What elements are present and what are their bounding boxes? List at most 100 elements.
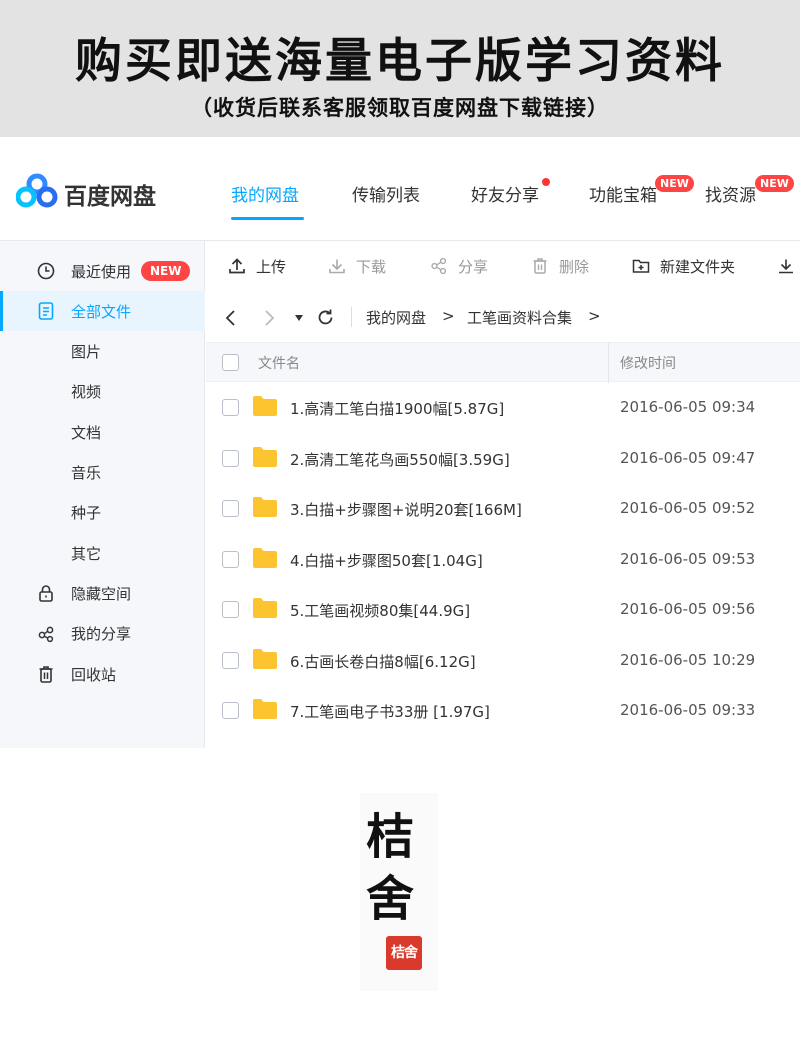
- download-label: 下载: [356, 258, 387, 276]
- new-badge: NEW: [755, 175, 794, 192]
- table-row[interactable]: 7.工笔画电子书33册 [1.97G] 2016-06-05 09:33: [206, 685, 800, 736]
- sidebar-item-other[interactable]: 其它: [0, 533, 205, 573]
- column-divider[interactable]: [608, 343, 609, 383]
- table-row[interactable]: 3.白描+步骤图+说明20套[166M] 2016-06-05 09:52: [206, 483, 800, 534]
- select-all-checkbox[interactable]: [222, 354, 239, 371]
- file-modified-time: 2016-06-05 09:33: [620, 701, 756, 719]
- file-name[interactable]: 2.高清工笔花鸟画550幅[3.59G]: [290, 449, 510, 470]
- more-download-button[interactable]: [777, 256, 799, 278]
- row-checkbox[interactable]: [222, 450, 239, 467]
- forward-arrow-icon[interactable]: [262, 309, 276, 327]
- new-badge: NEW: [141, 261, 191, 281]
- sidebar-item-music[interactable]: 音乐: [0, 452, 205, 492]
- breadcrumb-folder[interactable]: 工笔画资料合集: [467, 307, 572, 328]
- seal-text: 桔舍: [391, 945, 418, 961]
- trash-icon: [533, 258, 547, 274]
- file-name[interactable]: 6.古画长卷白描8幅[6.12G]: [290, 651, 476, 672]
- breadcrumb-root[interactable]: 我的网盘: [366, 307, 426, 328]
- row-checkbox[interactable]: [222, 702, 239, 719]
- table-row[interactable]: 4.白描+步骤图50套[1.04G] 2016-06-05 09:53: [206, 534, 800, 585]
- upload-icon: [229, 258, 245, 274]
- nav-my-disk[interactable]: 我的网盘: [231, 181, 299, 206]
- sidebar-item-all-files[interactable]: 全部文件: [0, 291, 205, 331]
- folder-icon: [253, 396, 277, 416]
- file-browser: 上传 下载 分享 删除 新建文件夹 我的网盘 > 工笔画资料合集 > 文件名 修…: [206, 241, 800, 748]
- table-row[interactable]: 1.高清工笔白描1900幅[5.87G] 2016-06-05 09:34: [206, 382, 800, 433]
- share-icon: [38, 626, 54, 643]
- file-name[interactable]: 5.工笔画视频80集[44.9G]: [290, 600, 470, 621]
- delete-button[interactable]: 删除: [531, 256, 601, 278]
- table-row[interactable]: 5.工笔画视频80集[44.9G] 2016-06-05 09:56: [206, 584, 800, 635]
- sidebar-item-label: 最近使用: [71, 263, 132, 281]
- sidebar-item-videos[interactable]: 视频: [0, 371, 205, 411]
- sidebar-item-recent[interactable]: 最近使用 NEW: [0, 251, 205, 291]
- sidebar-item-label: 文档: [71, 424, 102, 442]
- nav-friend-share[interactable]: 好友分享: [471, 181, 539, 206]
- nav-toolbox[interactable]: 功能宝箱: [589, 181, 657, 206]
- sidebar-item-recycle-bin[interactable]: 回收站: [0, 654, 205, 694]
- upload-label: 上传: [256, 258, 287, 276]
- folder-icon: [253, 497, 277, 517]
- column-header-modified[interactable]: 修改时间: [620, 353, 676, 373]
- nav-find-resources[interactable]: 找资源: [705, 181, 756, 206]
- app-logo[interactable]: 百度网盘: [16, 173, 166, 213]
- banner-title: 购买即送海量电子版学习资料: [75, 34, 725, 89]
- sidebar-item-torrents[interactable]: 种子: [0, 492, 205, 532]
- calligraphy-signature: 桔 舍 桔舍: [360, 793, 438, 991]
- path-divider: [351, 307, 352, 327]
- sidebar-item-hidden-space[interactable]: 隐藏空间: [0, 573, 205, 613]
- row-checkbox[interactable]: [222, 500, 239, 517]
- notification-dot: [542, 178, 550, 186]
- sidebar-item-label: 种子: [71, 504, 102, 522]
- column-header-name[interactable]: 文件名: [258, 353, 300, 373]
- toolbar: 上传 下载 分享 删除 新建文件夹: [206, 241, 800, 291]
- delete-label: 删除: [559, 258, 590, 276]
- red-seal-stamp: 桔舍: [386, 936, 422, 970]
- banner-subtitle: （收货后联系客服领取百度网盘下载链接）: [191, 96, 609, 120]
- sidebar-item-images[interactable]: 图片: [0, 331, 205, 371]
- row-checkbox[interactable]: [222, 399, 239, 416]
- sidebar-item-label: 图片: [71, 343, 102, 361]
- table-row[interactable]: 6.古画长卷白描8幅[6.12G] 2016-06-05 10:29: [206, 635, 800, 686]
- download-button[interactable]: 下载: [328, 256, 398, 278]
- folder-icon: [253, 548, 277, 568]
- sidebar-item-label: 全部文件: [71, 303, 132, 321]
- nav-transfer-list[interactable]: 传输列表: [352, 181, 420, 206]
- breadcrumb-separator: >: [588, 307, 601, 325]
- share-button[interactable]: 分享: [430, 256, 500, 278]
- file-name[interactable]: 3.白描+步骤图+说明20套[166M]: [290, 499, 522, 520]
- sidebar-item-label: 我的分享: [71, 625, 132, 643]
- new-folder-button[interactable]: 新建文件夹: [632, 256, 742, 278]
- folder-icon: [253, 649, 277, 669]
- row-checkbox[interactable]: [222, 601, 239, 618]
- back-arrow-icon[interactable]: [224, 309, 238, 327]
- sidebar: 最近使用 NEW 全部文件 图片 视频 文档 音乐 种子 其它 隐藏空间 我的分…: [0, 241, 205, 748]
- file-name[interactable]: 7.工笔画电子书33册 [1.97G]: [290, 701, 490, 722]
- document-icon: [38, 302, 54, 320]
- table-row[interactable]: 2.高清工笔花鸟画550幅[3.59G] 2016-06-05 09:47: [206, 433, 800, 484]
- folder-icon: [253, 699, 277, 719]
- sidebar-item-my-shares[interactable]: 我的分享: [0, 613, 205, 653]
- file-modified-time: 2016-06-05 09:53: [620, 550, 756, 568]
- download-icon: [329, 259, 345, 274]
- row-checkbox[interactable]: [222, 551, 239, 568]
- nav-active-indicator: [231, 217, 304, 220]
- top-navigation: 百度网盘 我的网盘 传输列表 好友分享 功能宝箱 NEW 找资源 NEW: [0, 151, 800, 241]
- sidebar-item-label: 隐藏空间: [71, 585, 132, 603]
- refresh-icon[interactable]: [316, 308, 335, 327]
- share-label: 分享: [458, 258, 489, 276]
- share-icon: [431, 257, 447, 275]
- file-name[interactable]: 4.白描+步骤图50套[1.04G]: [290, 550, 483, 571]
- sidebar-item-documents[interactable]: 文档: [0, 412, 205, 452]
- sidebar-item-label: 回收站: [71, 666, 117, 684]
- file-modified-time: 2016-06-05 10:29: [620, 651, 756, 669]
- promo-banner: 购买即送海量电子版学习资料 （收货后联系客服领取百度网盘下载链接）: [0, 0, 800, 137]
- file-modified-time: 2016-06-05 09:52: [620, 499, 756, 517]
- new-folder-label: 新建文件夹: [660, 258, 736, 276]
- file-name[interactable]: 1.高清工笔白描1900幅[5.87G]: [290, 398, 504, 419]
- sidebar-item-label: 其它: [71, 545, 102, 563]
- upload-button[interactable]: 上传: [228, 256, 298, 278]
- download-icon: [779, 259, 793, 274]
- caret-down-icon[interactable]: [294, 314, 304, 322]
- row-checkbox[interactable]: [222, 652, 239, 669]
